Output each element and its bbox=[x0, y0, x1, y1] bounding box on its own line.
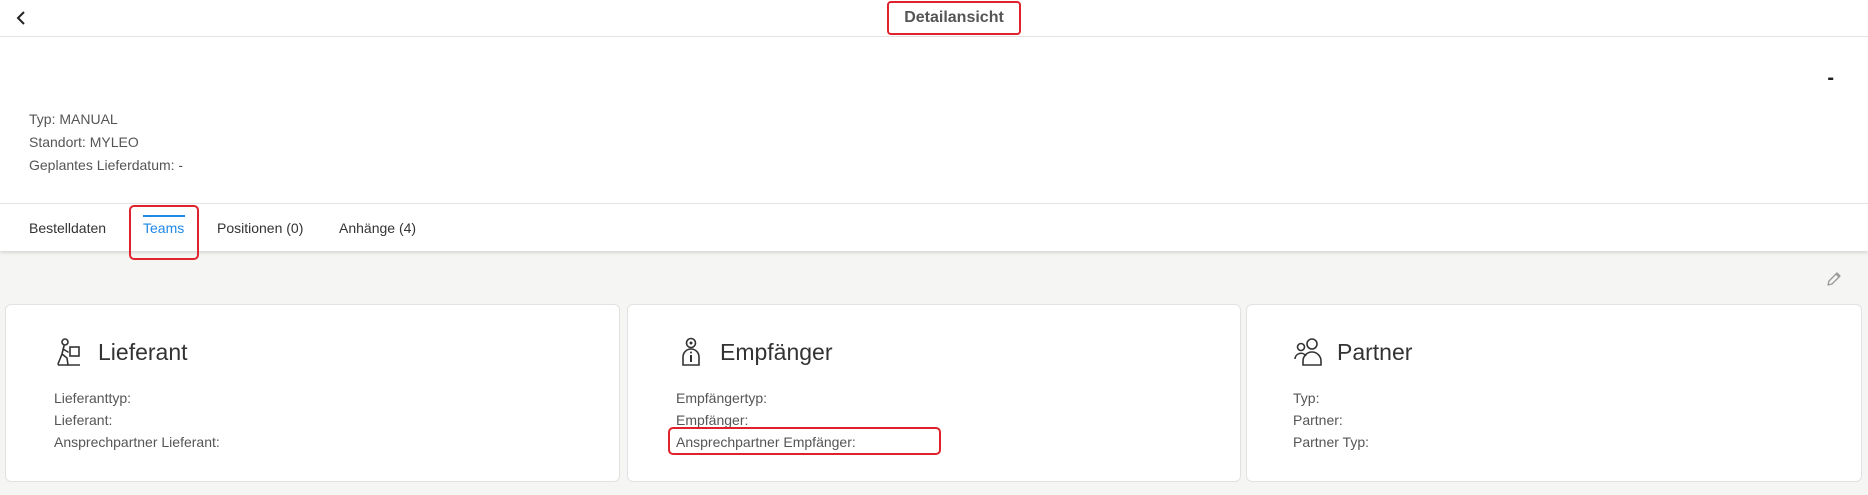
recipient-card-title: Empfänger bbox=[720, 338, 833, 365]
field-ansprechpartner-lieferant: Ansprechpartner Lieferant: bbox=[54, 434, 220, 450]
meta-location: Standort: MYLEO bbox=[29, 134, 139, 150]
field-lieferanttyp: Lieferanttyp: bbox=[54, 390, 132, 406]
field-partner: Partner: bbox=[1293, 412, 1343, 428]
field-empfaengertyp: Empfängertyp: bbox=[676, 390, 768, 406]
tab-bestelldaten[interactable]: Bestelldaten bbox=[29, 204, 106, 251]
tab-anhaenge[interactable]: Anhänge (4) bbox=[339, 204, 416, 251]
field-partner-typ: Partner Typ: bbox=[1293, 434, 1370, 450]
pencil-icon bbox=[1827, 272, 1841, 286]
back-button[interactable] bbox=[8, 5, 34, 31]
partner-card-title: Partner bbox=[1337, 338, 1413, 365]
field-lieferant: Lieferant: bbox=[54, 412, 113, 428]
tab-teams-highlight bbox=[129, 205, 199, 260]
field-typ: Typ: bbox=[1293, 390, 1320, 406]
meta-type: Typ: MANUAL bbox=[29, 111, 118, 127]
recipient-card: Empfänger Empfängertyp: Empfänger: Anspr… bbox=[627, 304, 1241, 482]
recipient-icon bbox=[676, 337, 706, 367]
partner-card: Partner Typ: Partner: Partner Typ: bbox=[1246, 304, 1862, 482]
tab-positionen[interactable]: Positionen (0) bbox=[217, 204, 303, 251]
chevron-left-icon bbox=[16, 11, 25, 25]
partner-icon bbox=[1293, 337, 1323, 367]
order-meta: Typ: MANUAL Standort: MYLEO Geplantes Li… bbox=[29, 108, 183, 177]
top-bar: Detailansicht bbox=[0, 0, 1868, 37]
supplier-card-title: Lieferant bbox=[98, 338, 188, 365]
edit-button[interactable] bbox=[1823, 268, 1845, 290]
detail-header: - Typ: MANUAL Standort: MYLEO Geplantes … bbox=[0, 37, 1868, 251]
header-dash: - bbox=[1827, 67, 1834, 89]
field-ansprechpartner-empfaenger-highlight bbox=[668, 427, 941, 455]
page-title: Detailansicht bbox=[887, 1, 1021, 35]
meta-delivery-date: Geplantes Lieferdatum: - bbox=[29, 157, 184, 173]
supplier-card: Lieferant Lieferanttyp: Lieferant: Anspr… bbox=[5, 304, 620, 482]
tab-bar: Bestelldaten Teams Positionen (0) Anhäng… bbox=[0, 204, 1868, 251]
supplier-icon bbox=[54, 337, 84, 367]
